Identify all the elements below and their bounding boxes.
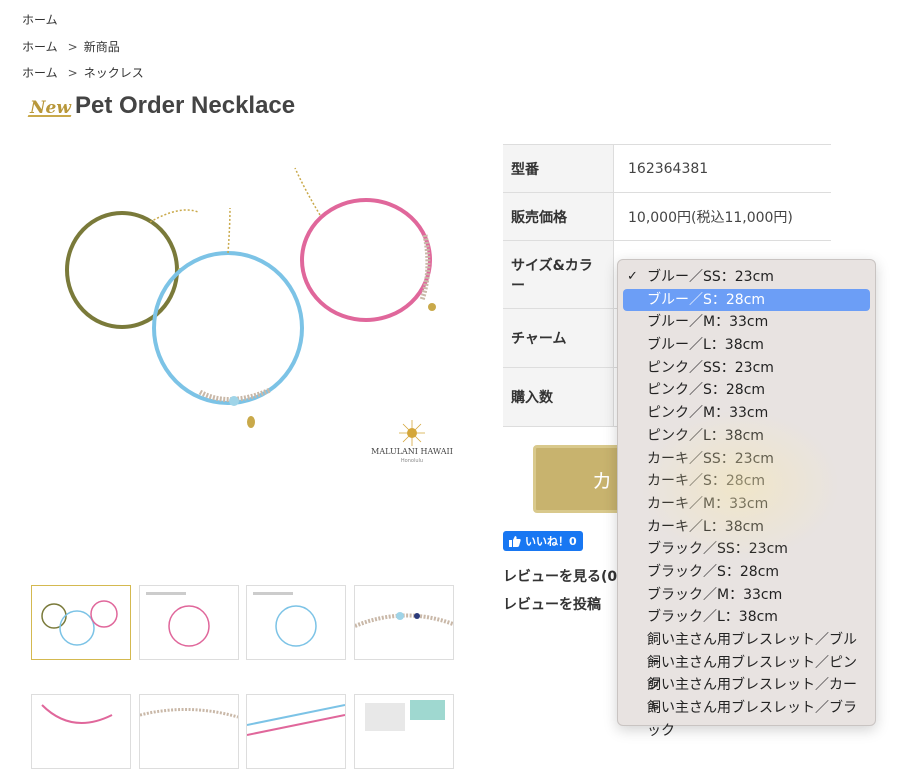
product-thumbnail[interactable] <box>139 694 239 769</box>
product-title-block: New Pet Order Necklace <box>30 92 295 120</box>
necklace-blue <box>152 251 304 405</box>
product-thumbnail[interactable] <box>246 694 346 769</box>
product-thumbnail[interactable] <box>31 694 131 769</box>
dropdown-option[interactable]: カーキ／SS：23cm <box>623 448 870 471</box>
spec-label: サイズ&カラー <box>503 240 614 309</box>
dropdown-option-label: ブラック／SS：23cm <box>647 541 788 558</box>
spec-label: チャーム <box>503 308 614 368</box>
dropdown-option-label: ブラック／S：28cm <box>647 563 780 580</box>
new-badge: New <box>30 98 71 118</box>
dropdown-option[interactable]: 飼い主さん用ブレスレット／カーキ <box>623 674 870 716</box>
page-title: Pet Order Necklace <box>75 92 296 119</box>
thumbs-up-icon <box>509 535 521 547</box>
post-review-link[interactable]: レビューを投稿 <box>503 594 601 614</box>
breadcrumb: ホーム > ネックレス <box>22 64 144 81</box>
dropdown-option[interactable]: ✓ ブルー／SS：23cm <box>623 266 870 289</box>
brand-logo-subtext: Honolulu <box>401 458 423 464</box>
dropdown-option[interactable]: 飼い主さん用ブレスレット／ブラック <box>623 697 870 739</box>
dropdown-option-label: カーキ／SS：23cm <box>647 450 774 467</box>
dropdown-option-label: ブルー／SS：23cm <box>647 269 774 285</box>
price-value: 10,000円(税込11,000円) <box>613 192 831 241</box>
necklace-pink <box>300 198 432 322</box>
spec-label: 販売価格 <box>503 192 614 241</box>
dropdown-option[interactable]: ブルー／M：33cm <box>623 311 870 334</box>
checkmark-icon: ✓ <box>627 269 638 284</box>
breadcrumb-home-link[interactable]: ホーム <box>22 13 58 27</box>
model-number: 162364381 <box>613 144 831 193</box>
spec-label: 購入数 <box>503 367 614 427</box>
dropdown-option-label: ピンク／M：33cm <box>647 405 769 422</box>
necklace-khaki <box>65 211 179 329</box>
spec-row: 販売価格 10,000円(税込11,000円) <box>503 192 831 241</box>
breadcrumb: ホーム > 新商品 <box>22 38 120 55</box>
dropdown-option-label: ブラック／L：38cm <box>647 609 778 626</box>
dropdown-option-label: ブルー／S：28cm <box>647 291 766 308</box>
breadcrumb-new-items-link[interactable]: 新商品 <box>84 40 120 54</box>
product-thumbnail[interactable] <box>31 585 131 660</box>
dropdown-option-label: ブルー／L：38cm <box>647 337 764 354</box>
dropdown-option[interactable]: ピンク／SS：23cm <box>623 357 870 380</box>
dropdown-option[interactable]: カーキ／S：28cm <box>623 470 870 493</box>
product-thumbnail[interactable] <box>139 585 239 660</box>
dropdown-option[interactable]: ブルー／S：28cm <box>623 288 870 312</box>
spec-row: 型番 162364381 <box>503 144 831 193</box>
main-product-image: MALULANI HAWAII Honolulu <box>30 140 470 480</box>
breadcrumb-home-link[interactable]: ホーム <box>22 40 58 54</box>
dropdown-options: ✓ ブルー／SS：23cm ブルー／S：28cm ブルー／M：33cm ブルー／L：38… <box>618 266 875 739</box>
add-to-cart-label: カ <box>592 468 612 493</box>
dropdown-option[interactable]: カーキ／L：38cm <box>623 516 870 539</box>
breadcrumb: ホーム <box>22 11 58 28</box>
dropdown-option-label: カーキ／M：33cm <box>647 495 769 512</box>
dropdown-option-label: カーキ／L：38cm <box>647 518 764 535</box>
dropdown-option[interactable]: ブラック／M：33cm <box>623 584 870 607</box>
dropdown-option-label: ブラック／M：33cm <box>647 586 783 603</box>
like-label: いいね！0 <box>525 535 577 548</box>
dropdown-option[interactable]: ブラック／S：28cm <box>623 561 870 584</box>
dropdown-option[interactable]: ピンク／S：28cm <box>623 379 870 402</box>
dropdown-option-label: カーキ／S：28cm <box>647 473 766 490</box>
breadcrumb-necklace-link[interactable]: ネックレス <box>84 66 144 80</box>
dropdown-option[interactable]: ピンク／M：33cm <box>623 402 870 425</box>
dropdown-option[interactable]: ブルー／L：38cm <box>623 334 870 357</box>
size-color-dropdown[interactable]: ✓ ブルー／SS：23cm ブルー／S：28cm ブルー／M：33cm ブルー／L：38… <box>617 259 876 739</box>
product-thumbnail[interactable] <box>246 585 346 660</box>
dropdown-option-label: ピンク／L：38cm <box>647 427 764 444</box>
dropdown-option[interactable]: 飼い主さん用ブレスレット／ブルー <box>623 629 870 671</box>
dropdown-option-label: ブルー／M：33cm <box>647 314 769 331</box>
dropdown-option-label: 飼い主さん用ブレスレット／ブラック <box>647 700 857 739</box>
dropdown-option[interactable]: ブラック／SS：23cm <box>623 538 870 561</box>
product-thumbnail[interactable] <box>354 585 454 660</box>
breadcrumb-separator: > <box>67 66 78 80</box>
brand-logo <box>399 420 425 446</box>
dropdown-option[interactable]: 飼い主さん用ブレスレット／ピンク <box>623 652 870 694</box>
dropdown-option-label: ピンク／SS：23cm <box>647 359 774 376</box>
spec-label: 型番 <box>503 144 614 193</box>
dropdown-option-label: ピンク／S：28cm <box>647 382 766 399</box>
dropdown-option[interactable]: ピンク／L：38cm <box>623 425 870 448</box>
brand-logo-text: MALULANI HAWAII <box>371 447 453 456</box>
breadcrumb-separator: > <box>67 40 78 54</box>
facebook-like-button[interactable]: いいね！0 <box>503 531 583 551</box>
breadcrumb-home-link[interactable]: ホーム <box>22 66 58 80</box>
product-thumbnail[interactable] <box>354 694 454 769</box>
dropdown-option[interactable]: ブラック／L：38cm <box>623 606 870 629</box>
dropdown-option[interactable]: カーキ／M：33cm <box>623 493 870 516</box>
